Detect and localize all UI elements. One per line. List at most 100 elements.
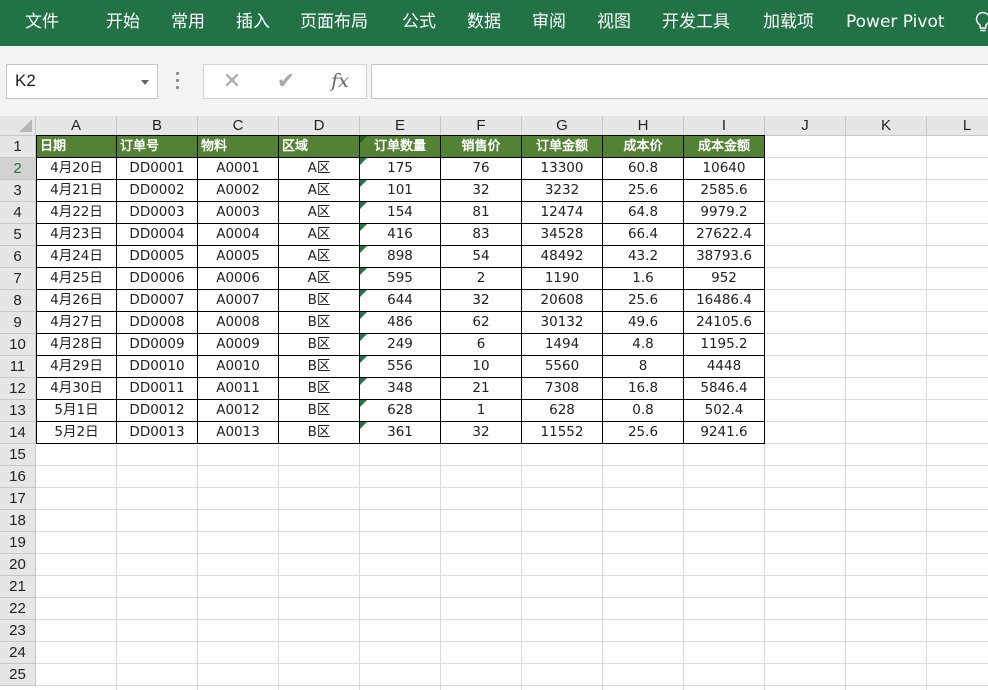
table-cell-order-amount[interactable]: 13300 <box>522 158 603 180</box>
table-cell-region[interactable]: B区 <box>279 378 360 400</box>
table-cell-order-no[interactable]: DD0002 <box>117 180 198 202</box>
table-cell-cost-price[interactable]: 8 <box>603 356 684 378</box>
tab-file[interactable]: 文件 <box>25 0 59 46</box>
table-cell-cost-amount[interactable]: 10640 <box>684 158 765 180</box>
table-cell-region[interactable]: A区 <box>279 224 360 246</box>
table-cell-material[interactable]: A0006 <box>198 268 279 290</box>
row-header-15[interactable]: 15 <box>0 444 36 466</box>
table-cell-order-qty[interactable]: 348 <box>360 378 441 400</box>
header-cell-order-amount[interactable]: 订单金额 <box>522 136 603 158</box>
tab-home[interactable]: 开始 <box>106 0 140 46</box>
drag-handle-icon[interactable] <box>175 72 181 90</box>
row-header-14[interactable]: 14 <box>0 422 36 444</box>
lightbulb-icon[interactable] <box>974 11 988 33</box>
tab-data[interactable]: 数据 <box>467 0 501 46</box>
table-cell-order-qty[interactable]: 154 <box>360 202 441 224</box>
table-cell-order-qty[interactable]: 628 <box>360 400 441 422</box>
row-header-23[interactable]: 23 <box>0 620 36 642</box>
table-cell-cost-price[interactable]: 60.8 <box>603 158 684 180</box>
table-cell-material[interactable]: A0007 <box>198 290 279 312</box>
header-cell-cost-price[interactable]: 成本价 <box>603 136 684 158</box>
table-cell-date[interactable]: 4月30日 <box>36 378 117 400</box>
table-cell-order-qty[interactable]: 486 <box>360 312 441 334</box>
table-cell-order-amount[interactable]: 20608 <box>522 290 603 312</box>
table-cell-material[interactable]: A0011 <box>198 378 279 400</box>
select-all-button[interactable] <box>0 116 36 136</box>
table-cell-sale-price[interactable]: 6 <box>441 334 522 356</box>
table-cell-region[interactable]: B区 <box>279 400 360 422</box>
column-header-f[interactable]: F <box>441 116 522 136</box>
table-cell-order-amount[interactable]: 34528 <box>522 224 603 246</box>
table-cell-material[interactable]: A0001 <box>198 158 279 180</box>
table-cell-order-qty[interactable]: 101 <box>360 180 441 202</box>
tab-add-ins[interactable]: 加载项 <box>763 0 814 46</box>
tab-common[interactable]: 常用 <box>171 0 205 46</box>
row-header-5[interactable]: 5 <box>0 224 36 246</box>
table-cell-region[interactable]: B区 <box>279 290 360 312</box>
table-cell-cost-price[interactable]: 43.2 <box>603 246 684 268</box>
row-header-1[interactable]: 1 <box>0 136 36 158</box>
row-header-12[interactable]: 12 <box>0 378 36 400</box>
table-cell-region[interactable]: A区 <box>279 180 360 202</box>
table-cell-order-amount[interactable]: 12474 <box>522 202 603 224</box>
table-cell-order-qty[interactable]: 361 <box>360 422 441 444</box>
header-cell-sale-price[interactable]: 销售价 <box>441 136 522 158</box>
table-cell-order-no[interactable]: DD0006 <box>117 268 198 290</box>
row-header-7[interactable]: 7 <box>0 268 36 290</box>
tab-developer[interactable]: 开发工具 <box>662 0 730 46</box>
row-header-4[interactable]: 4 <box>0 202 36 224</box>
table-cell-cost-price[interactable]: 25.6 <box>603 290 684 312</box>
table-cell-cost-amount[interactable]: 1195.2 <box>684 334 765 356</box>
column-header-j[interactable]: J <box>765 116 846 136</box>
table-cell-region[interactable]: A区 <box>279 158 360 180</box>
table-cell-order-qty[interactable]: 644 <box>360 290 441 312</box>
row-header-10[interactable]: 10 <box>0 334 36 356</box>
table-cell-cost-amount[interactable]: 27622.4 <box>684 224 765 246</box>
table-cell-sale-price[interactable]: 62 <box>441 312 522 334</box>
tab-formulas[interactable]: 公式 <box>402 0 436 46</box>
table-cell-region[interactable]: B区 <box>279 312 360 334</box>
table-cell-order-no[interactable]: DD0008 <box>117 312 198 334</box>
header-cell-cost-amount[interactable]: 成本金额 <box>684 136 765 158</box>
table-cell-material[interactable]: A0010 <box>198 356 279 378</box>
column-header-i[interactable]: I <box>684 116 765 136</box>
table-cell-cost-price[interactable]: 66.4 <box>603 224 684 246</box>
row-header-21[interactable]: 21 <box>0 576 36 598</box>
row-header-19[interactable]: 19 <box>0 532 36 554</box>
insert-function-icon[interactable]: fx <box>320 65 360 98</box>
row-header-22[interactable]: 22 <box>0 598 36 620</box>
table-cell-order-amount[interactable]: 3232 <box>522 180 603 202</box>
table-cell-date[interactable]: 4月27日 <box>36 312 117 334</box>
row-header-6[interactable]: 6 <box>0 246 36 268</box>
table-cell-date[interactable]: 4月20日 <box>36 158 117 180</box>
table-cell-cost-amount[interactable]: 9241.6 <box>684 422 765 444</box>
table-cell-order-amount[interactable]: 30132 <box>522 312 603 334</box>
row-header-25[interactable]: 25 <box>0 664 36 686</box>
table-cell-sale-price[interactable]: 83 <box>441 224 522 246</box>
table-cell-date[interactable]: 4月23日 <box>36 224 117 246</box>
table-cell-order-no[interactable]: DD0001 <box>117 158 198 180</box>
row-header-17[interactable]: 17 <box>0 488 36 510</box>
tab-review[interactable]: 审阅 <box>532 0 566 46</box>
table-cell-sale-price[interactable]: 54 <box>441 246 522 268</box>
table-cell-order-qty[interactable]: 416 <box>360 224 441 246</box>
table-cell-sale-price[interactable]: 21 <box>441 378 522 400</box>
row-header-9[interactable]: 9 <box>0 312 36 334</box>
table-cell-cost-price[interactable]: 49.6 <box>603 312 684 334</box>
table-cell-region[interactable]: B区 <box>279 356 360 378</box>
table-cell-cost-amount[interactable]: 502.4 <box>684 400 765 422</box>
table-cell-order-amount[interactable]: 5560 <box>522 356 603 378</box>
table-cell-order-no[interactable]: DD0003 <box>117 202 198 224</box>
table-cell-sale-price[interactable]: 81 <box>441 202 522 224</box>
table-cell-order-amount[interactable]: 7308 <box>522 378 603 400</box>
table-cell-cost-amount[interactable]: 952 <box>684 268 765 290</box>
table-cell-order-qty[interactable]: 595 <box>360 268 441 290</box>
column-header-b[interactable]: B <box>117 116 198 136</box>
table-cell-sale-price[interactable]: 1 <box>441 400 522 422</box>
table-cell-cost-amount[interactable]: 38793.6 <box>684 246 765 268</box>
table-cell-order-amount[interactable]: 1494 <box>522 334 603 356</box>
column-header-e[interactable]: E <box>360 116 441 136</box>
header-cell-material[interactable]: 物料 <box>198 136 279 158</box>
row-header-2[interactable]: 2 <box>0 158 36 180</box>
column-header-a[interactable]: A <box>36 116 117 136</box>
